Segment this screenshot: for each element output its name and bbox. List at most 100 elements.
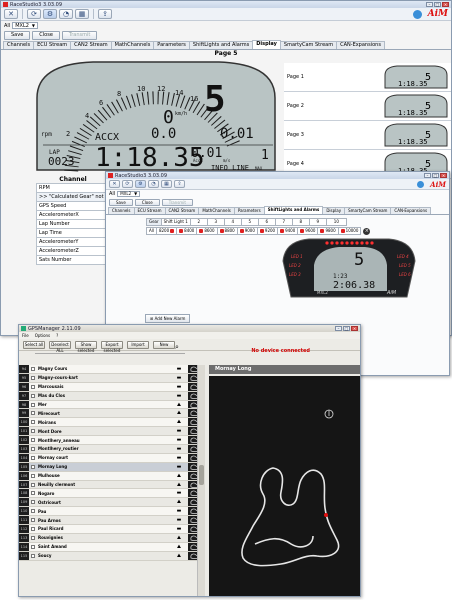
tab-can-expansions[interactable]: CAN-Expansions xyxy=(390,207,432,214)
tab-shiftlights-alarms[interactable]: ShiftLights and Alarms xyxy=(188,41,254,49)
track-checkbox[interactable] xyxy=(31,375,35,380)
tab-channels[interactable]: Channels xyxy=(108,207,135,214)
graph-icon[interactable]: ▦ xyxy=(161,180,172,188)
transfer-icon[interactable]: ⇪ xyxy=(98,9,112,19)
track-row[interactable]: 109 Ostricourt ⛰ xyxy=(19,498,205,508)
track-row[interactable]: 107 Neuilly clermont ⛰ xyxy=(19,480,205,490)
maximize-button[interactable]: □ xyxy=(434,2,441,7)
tab-shiftlights-alarms[interactable]: ShiftLights and Alarms xyxy=(263,206,324,214)
track-row[interactable]: 114 Saint Amand ⛰ xyxy=(19,542,205,552)
track-checkbox[interactable] xyxy=(31,509,35,514)
tab-can2-stream[interactable]: CAN2 Stream xyxy=(164,207,200,214)
track-row[interactable]: 105 Mornay Long ▬ xyxy=(19,462,205,472)
track-checkbox[interactable] xyxy=(31,393,35,398)
track-row[interactable]: 102 Montlhery_anneau ▬ xyxy=(19,436,205,446)
minimize-button[interactable]: – xyxy=(426,2,433,7)
track-row[interactable]: 106 Mulhouse ⛰ xyxy=(19,471,205,481)
track-checkbox[interactable] xyxy=(31,464,35,469)
display-preview[interactable]: rpm 2 4 6 8 10 12 14 16 5 0 km/h ACCX 0.… xyxy=(33,58,279,173)
tab-ecu-stream[interactable]: ECU Stream xyxy=(33,41,72,49)
tab-mathchannels[interactable]: MathChannels xyxy=(198,207,235,214)
close-button[interactable]: Close xyxy=(134,199,160,206)
track-checkbox[interactable] xyxy=(31,553,35,558)
tab-ecu-stream[interactable]: ECU Stream xyxy=(133,207,166,214)
track-list-scrollbar[interactable] xyxy=(197,365,205,596)
shiftlight-cell[interactable]: 8800 xyxy=(217,227,238,235)
shiftlight-cell[interactable]: 8600 xyxy=(197,227,218,235)
save-button[interactable]: Save xyxy=(4,31,31,40)
track-row[interactable]: 108 Nogaro ▬ xyxy=(19,489,205,499)
track-checkbox[interactable] xyxy=(31,491,35,496)
track-checkbox[interactable] xyxy=(31,482,35,487)
track-row[interactable]: 113 Rouvignies ⛰ xyxy=(19,533,205,543)
tab-parameters[interactable]: Parameters xyxy=(153,41,190,49)
shiftlight-cell[interactable]: 8400 xyxy=(177,227,198,235)
track-checkbox[interactable] xyxy=(31,518,35,523)
track-row[interactable]: 97 Mas du Clos ▬ xyxy=(19,391,205,401)
configuration-icon[interactable]: ⚙ xyxy=(43,9,57,19)
page-item[interactable]: Page 2 5 1:18.35 xyxy=(284,92,451,121)
transmit-button[interactable]: Transmit xyxy=(161,199,193,206)
track-checkbox[interactable] xyxy=(31,420,35,425)
close-window-button[interactable]: × xyxy=(442,2,449,7)
menu-options[interactable]: Options xyxy=(35,332,50,339)
device-select[interactable]: MXL2 ▼ xyxy=(117,191,141,197)
close-window-button[interactable]: × xyxy=(440,173,447,178)
tab-smartycam-stream[interactable]: SmartyCam Stream xyxy=(279,41,338,49)
track-row[interactable]: 115 Soucy ⛰ xyxy=(19,551,205,561)
tab-can-expansions[interactable]: CAN-Expansions xyxy=(336,41,385,49)
maximize-button[interactable]: □ xyxy=(432,173,439,178)
minimize-button[interactable]: – xyxy=(424,173,431,178)
track-checkbox[interactable] xyxy=(31,500,35,505)
tab-display[interactable]: Display xyxy=(322,207,346,214)
tab-smartycam-stream[interactable]: SmartyCam Stream xyxy=(344,207,392,214)
tools-icon[interactable]: ✕ xyxy=(109,180,120,188)
device-select[interactable]: MXL2 ▼ xyxy=(12,22,38,29)
transmit-button[interactable]: Transmit xyxy=(61,31,98,40)
track-checkbox[interactable] xyxy=(31,438,35,443)
track-checkbox[interactable] xyxy=(31,402,35,407)
search-input[interactable] xyxy=(35,348,185,354)
save-button[interactable]: Save xyxy=(109,199,133,206)
track-checkbox[interactable] xyxy=(31,455,35,460)
close-button[interactable]: Close xyxy=(32,31,60,40)
track-row[interactable]: 101 Mont Dore ▬ xyxy=(19,427,205,437)
transfer-icon[interactable]: ⇪ xyxy=(174,180,185,188)
track-row[interactable]: 94 Magny Cours ▬ xyxy=(19,365,205,374)
gauge-icon[interactable]: ◔ xyxy=(148,180,159,188)
maximize-button[interactable]: □ xyxy=(343,326,350,331)
tab-can2-stream[interactable]: CAN2 Stream xyxy=(70,41,112,49)
tab-channels[interactable]: Channels xyxy=(3,41,35,49)
shiftlight-cell[interactable]: 9000 xyxy=(237,227,258,235)
gauge-icon[interactable]: ◔ xyxy=(59,9,73,19)
add-new-alarm-button[interactable]: ⊞ Add New Alarm xyxy=(145,314,191,323)
track-row[interactable]: 112 Paul Ricard ▬ xyxy=(19,525,205,534)
track-row[interactable]: 103 Montlhery_routier ▬ xyxy=(19,445,205,454)
configuration-icon[interactable]: ⚙ xyxy=(135,180,146,188)
graph-icon[interactable]: ▦ xyxy=(75,9,89,19)
tab-mathchannels[interactable]: MathChannels xyxy=(110,41,155,49)
menu-file[interactable]: File xyxy=(22,332,29,339)
track-row[interactable]: 95 Magny-cours-kart ▬ xyxy=(19,373,205,383)
close-window-button[interactable]: × xyxy=(351,326,358,331)
track-checkbox[interactable] xyxy=(31,473,35,478)
tab-parameters[interactable]: Parameters xyxy=(233,207,265,214)
sync-icon[interactable]: ⟳ xyxy=(122,180,133,188)
track-checkbox[interactable] xyxy=(31,366,35,371)
track-row[interactable]: 104 Mornay court ▬ xyxy=(19,453,205,463)
track-checkbox[interactable] xyxy=(31,544,35,549)
sync-icon[interactable]: ⟳ xyxy=(27,9,41,19)
page-item[interactable]: Page 3 5 1:18.35 xyxy=(284,121,451,150)
page-item[interactable]: Page 1 5 1:18.35 xyxy=(284,63,451,92)
track-checkbox[interactable] xyxy=(31,411,35,416)
minimize-button[interactable]: – xyxy=(335,326,342,331)
scroll-thumb[interactable] xyxy=(199,465,204,485)
shiftlight-cell[interactable]: 8200 xyxy=(156,227,178,235)
track-checkbox[interactable] xyxy=(31,384,35,389)
track-row[interactable]: 96 Marcousais ▬ xyxy=(19,382,205,392)
track-row[interactable]: 98 Mer ⛰ xyxy=(19,400,205,410)
tab-display[interactable]: Display xyxy=(252,40,281,49)
track-row[interactable]: 100 Moirans ⛰ xyxy=(19,418,205,428)
track-checkbox[interactable] xyxy=(31,446,35,451)
track-checkbox[interactable] xyxy=(31,535,35,540)
